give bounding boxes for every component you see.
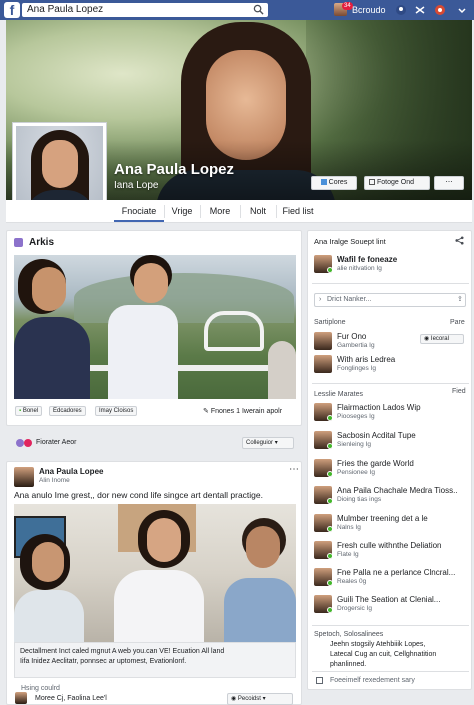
- featured-friend[interactable]: Wafil fe foneaze alie nitlvation Ig: [314, 255, 467, 275]
- love-reaction-icon: [24, 439, 32, 447]
- section-2-action[interactable]: Fied: [452, 388, 466, 395]
- friend-row-2[interactable]: With aris Ledrea Fonglinges Ig: [314, 355, 467, 375]
- online-status-icon: [327, 267, 333, 273]
- reactions-bar: Fiorater Aeor Colleguior ▾: [6, 432, 302, 454]
- online-status-icon: [327, 443, 333, 449]
- photo-action-button-3[interactable]: Imay Cloisos: [95, 406, 138, 416]
- friend-list-item[interactable]: Mulmber treening det a le Nalns Ig: [314, 514, 467, 534]
- friend-list-item[interactable]: Fresh culle withnthe Deliation Flate Ig: [314, 541, 467, 561]
- pencil-icon: ✎: [203, 408, 211, 415]
- globe-icon: ◉: [231, 696, 237, 702]
- photos-card-title: Arkis: [29, 237, 55, 248]
- tab-timeline[interactable]: Fnociate: [114, 200, 164, 222]
- online-status-icon: [327, 498, 333, 504]
- section-3-label: Spetoch, Solosalinees: [314, 631, 384, 638]
- friend-list-item[interactable]: Fne Palla ne a perlance Clncral... Reales…: [314, 568, 467, 588]
- caption-line-2: Iifa Inidez Aeclitatr, ponnsec ar uptome…: [20, 658, 187, 665]
- cover-button-1[interactable]: Cores: [311, 176, 357, 190]
- profile-name: Ana Paula Lopez: [114, 161, 235, 178]
- featured-photo[interactable]: [14, 255, 296, 399]
- section-1-action[interactable]: Pare: [450, 319, 465, 326]
- section-1-label: Sartiplone: [314, 319, 346, 326]
- online-status-icon: [327, 580, 333, 586]
- photo-action-button-1[interactable]: ▪ Bonel: [15, 406, 43, 416]
- photo-icon: [369, 179, 375, 186]
- notifications-icon[interactable]: [434, 4, 446, 16]
- sidebar-footer-text[interactable]: Foeeimelf rexedement sary: [330, 677, 415, 684]
- photos-card: Arkis ▪ Bonel Edcadores Imay Cloisos ✎ F…: [6, 230, 302, 426]
- facebook-logo-icon[interactable]: f: [4, 2, 20, 18]
- post-footer-dropdown[interactable]: ◉ Pecoidst ▾: [227, 693, 293, 705]
- messages-icon[interactable]: [414, 4, 426, 16]
- checkbox-icon[interactable]: [316, 677, 323, 684]
- caption-line-1: Dectallment Inct caled mgnut A web you.c…: [20, 648, 225, 655]
- friend-list-item[interactable]: Ana Paila Chachale Medra Tioss.. Dioing t…: [314, 486, 467, 506]
- post-author-name[interactable]: Ana Paula Lopee: [39, 467, 103, 476]
- chevron-down-icon: ▾: [262, 696, 266, 702]
- tab-friends[interactable]: Fied list: [276, 200, 320, 222]
- share-icon[interactable]: [455, 236, 464, 245]
- online-status-icon: [327, 471, 333, 477]
- online-status-icon: [327, 607, 333, 613]
- photos-icon: [14, 238, 23, 247]
- upload-icon[interactable]: ⇪: [457, 295, 463, 303]
- search-arrow-icon: ›: [319, 296, 322, 303]
- post-options-icon[interactable]: ⋯: [289, 464, 299, 475]
- chevron-down-icon: ▾: [274, 440, 278, 446]
- post-card: Ana Paula Lopee Alin Inome ⋯ Ana anulo I…: [6, 461, 302, 705]
- cover-more-button[interactable]: ⋯: [434, 176, 464, 190]
- dropdown-menu-icon[interactable]: [456, 4, 468, 16]
- more-options-icon: ⋯: [445, 179, 453, 186]
- post-caption-box[interactable]: Dectallment Inct caled mgnut A web you.c…: [14, 642, 296, 678]
- friend-list-item[interactable]: Fries the garde World Pensionee Ig: [314, 459, 467, 479]
- sidebar-search-input[interactable]: › Drict Nanker... ⇪: [314, 293, 466, 307]
- post-meta: Alin Inome: [39, 477, 70, 484]
- section-3-line-2: Latecal Cug an cuit, Cellghnatition: [330, 651, 437, 658]
- online-status-icon: [327, 526, 333, 532]
- photo-meta-text: ✎ Fnones 1 Iwerain apolr: [203, 408, 283, 415]
- post-author-avatar[interactable]: [14, 467, 34, 487]
- globe-icon: ◉: [424, 336, 430, 342]
- online-status-icon: [327, 553, 333, 559]
- sidebar-header: Ana Iralge Souept lint: [314, 237, 386, 246]
- tab-more[interactable]: More: [200, 200, 240, 222]
- tab-photos[interactable]: Nolt: [240, 200, 276, 222]
- twitter-icon: [320, 179, 327, 186]
- search-icon[interactable]: [253, 4, 264, 15]
- online-status-icon: [327, 415, 333, 421]
- post-footer-text[interactable]: Moree Cj, Faolina Lee'l: [35, 695, 107, 702]
- section-3-line-3: phanlinned.: [330, 661, 367, 668]
- post-more-link[interactable]: Hsing coulrd: [21, 685, 60, 692]
- reactions-text[interactable]: Fiorater Aeor: [36, 439, 76, 446]
- section-2-label: Lesslie Marates: [314, 391, 364, 398]
- right-sidebar-card: Ana Iralge Souept lint Wafil fe foneaze …: [307, 230, 472, 690]
- search-input-value: Ana Paula Lopez: [27, 4, 104, 15]
- search-input[interactable]: Ana Paula Lopez: [22, 3, 268, 17]
- friend-requests-icon[interactable]: [395, 4, 407, 16]
- friend-list-item[interactable]: Guili The Seation at Clenial... Drogersic…: [314, 595, 467, 615]
- friend-list-item[interactable]: Sacbosin Acdital Tupe Sienleing Ig: [314, 431, 467, 451]
- photo-action-button-2[interactable]: Edcadores: [49, 406, 86, 416]
- post-photo[interactable]: [14, 504, 296, 642]
- top-navigation-bar: f Ana Paula Lopez 34 Bcroudo: [0, 0, 474, 20]
- sidebar-search-placeholder: Drict Nanker...: [327, 296, 372, 303]
- comment-avatar: [15, 692, 27, 704]
- friend-list-item[interactable]: Flairmaction Lados Wip Piooseges Ig: [314, 403, 467, 423]
- section-3-line-1: Jeehn stogsily Atehbiiik Lopes,: [330, 641, 426, 648]
- cover-button-2[interactable]: Fotoge Ond: [364, 176, 430, 190]
- friend-row-1[interactable]: Fur Ono Gambertia Ig ◉ Iecoral: [314, 332, 467, 352]
- post-text: Ana anulo Ime grest,, dor new cond life …: [14, 490, 264, 500]
- like-reaction-icon: [16, 439, 24, 447]
- profile-tabs: Fnociate Vrige More Nolt Fied list: [6, 200, 472, 223]
- tab-about[interactable]: Vrige: [164, 200, 200, 222]
- check-icon: ▪: [19, 408, 22, 414]
- profile-alternate-name: Iana Lope: [114, 180, 159, 191]
- friend-row-1-button[interactable]: ◉ Iecoral: [420, 334, 464, 344]
- reactions-dropdown[interactable]: Colleguior ▾: [242, 437, 294, 449]
- user-name-link[interactable]: Bcroudo: [352, 3, 386, 17]
